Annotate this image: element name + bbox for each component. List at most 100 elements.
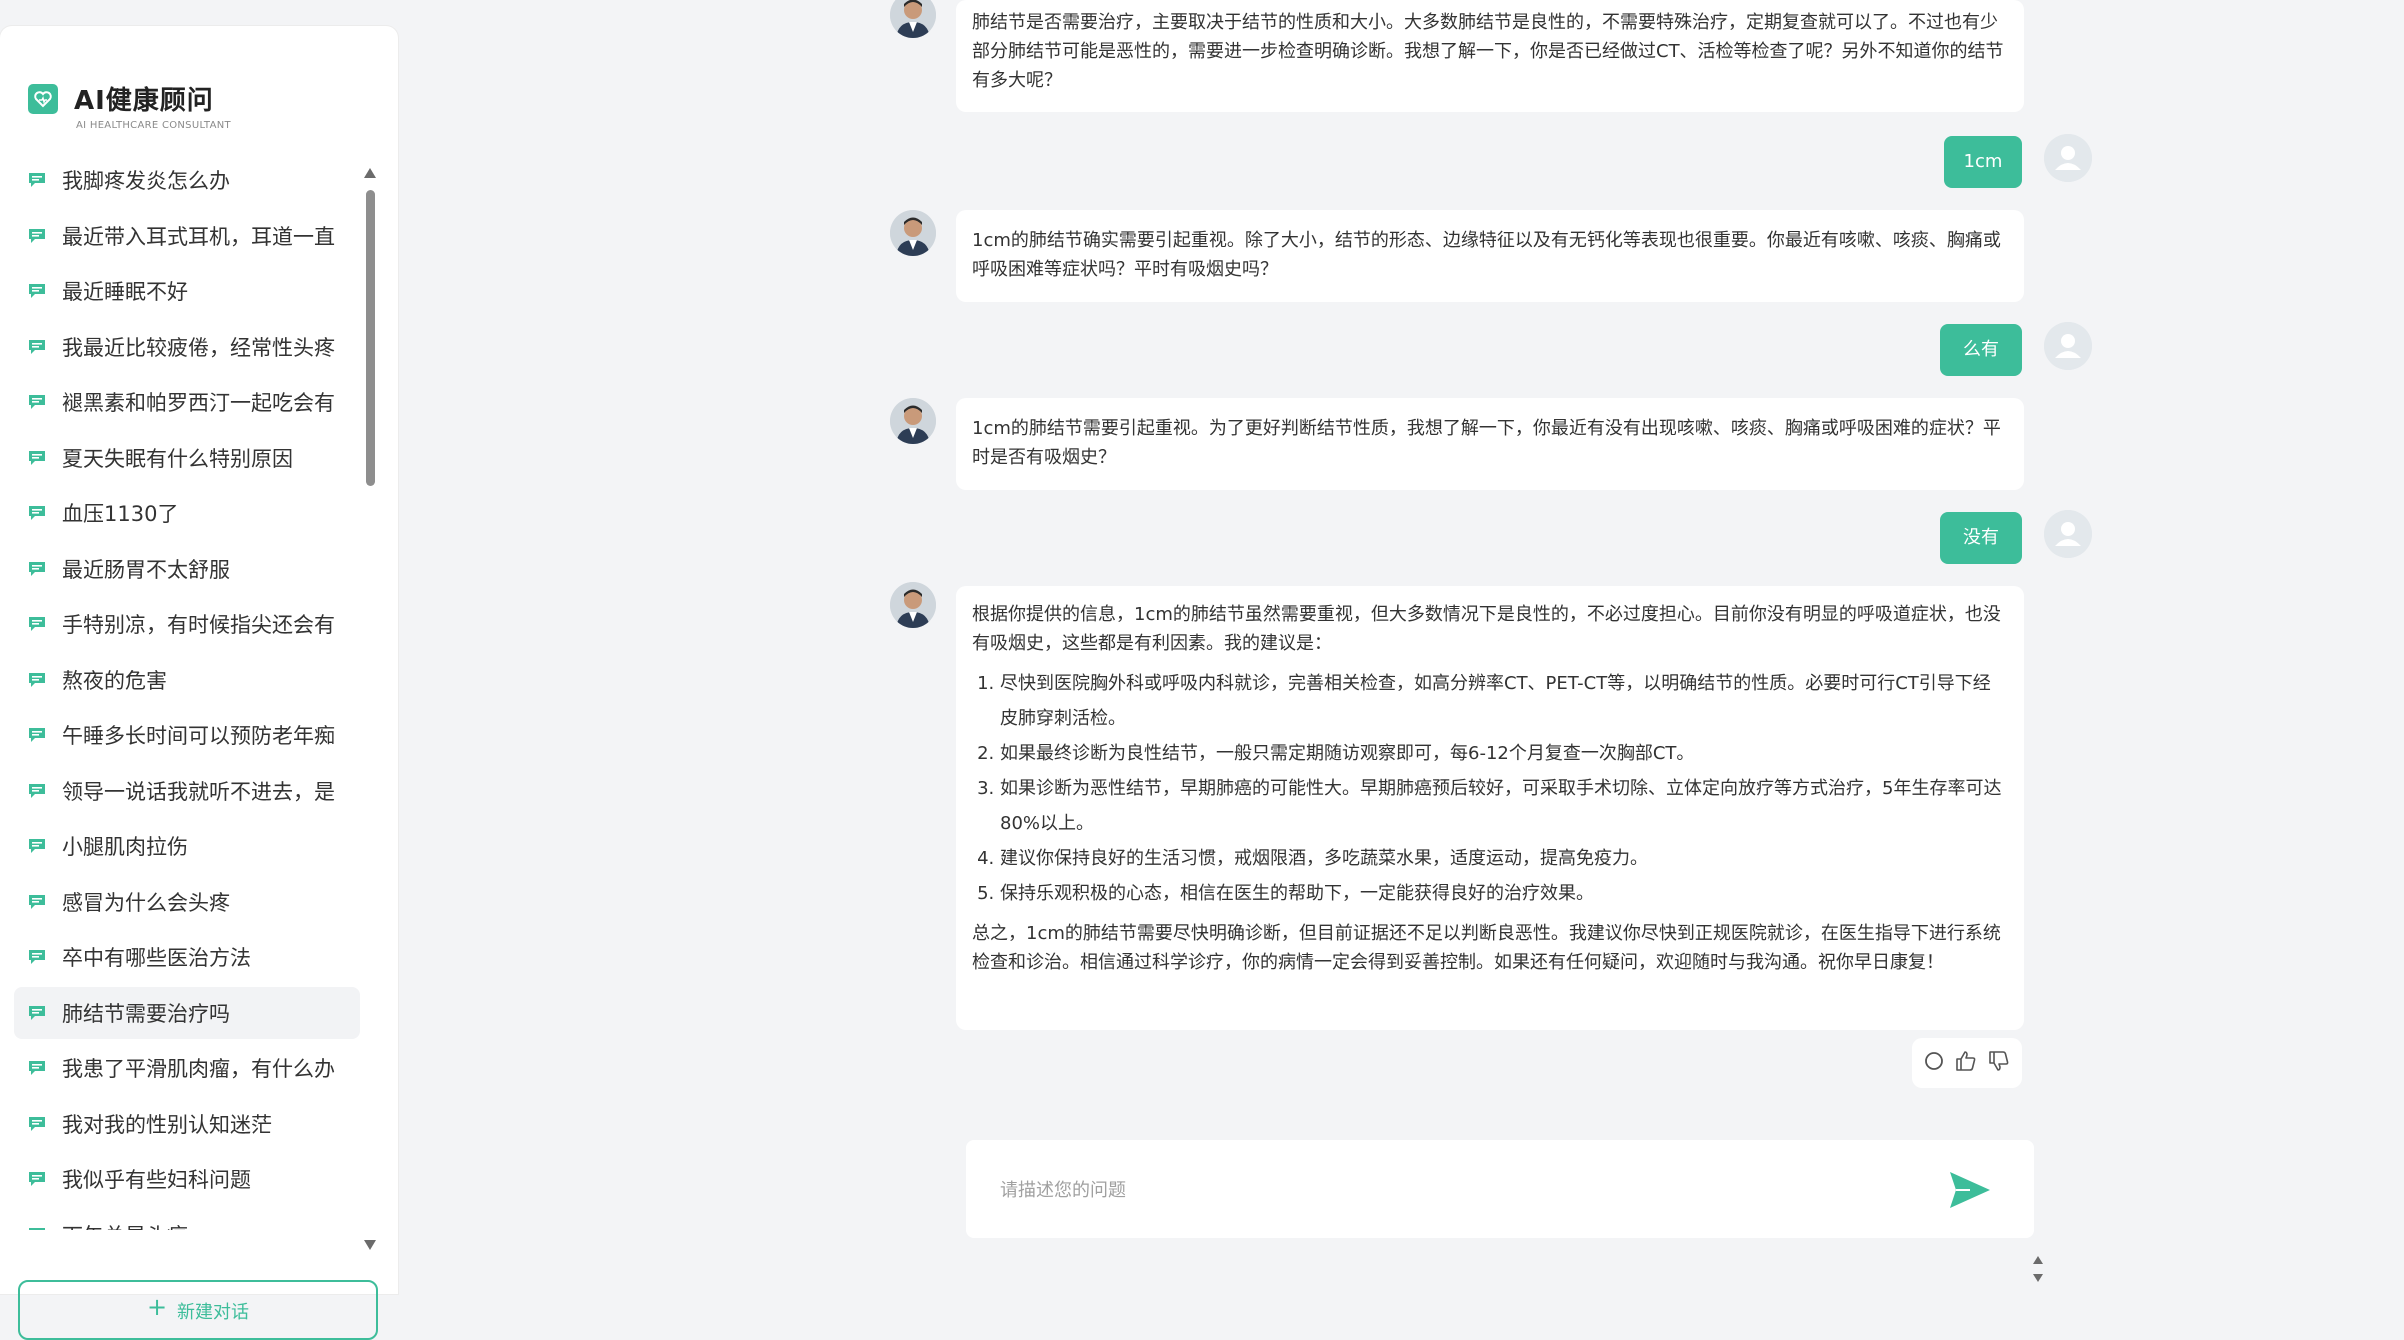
conversation-label: 血压1130了 <box>62 502 179 526</box>
chat-bubble-icon <box>28 1227 46 1230</box>
conversation-label: 卒中有哪些医治方法 <box>62 946 251 970</box>
ai-message: 根据你提供的信息，1cm的肺结节虽然需要重视，但大多数情况下是良性的，不必过度担… <box>956 586 2024 1030</box>
chat-bubble-icon <box>28 505 46 521</box>
page-scroll-arrows[interactable] <box>2032 1252 2044 1286</box>
chat-bubble-icon <box>28 339 46 355</box>
sidebar-conversation-item[interactable]: 熬夜的危害 <box>14 654 360 706</box>
conversation-label: 领导一说话我就听不进去，是 <box>62 779 335 804</box>
app-subtitle: AI HEALTHCARE CONSULTANT <box>76 120 231 131</box>
chat-bubble-icon <box>28 394 46 410</box>
scroll-down-arrow-icon[interactable] <box>364 1240 376 1250</box>
user-avatar-icon <box>2044 322 2092 370</box>
ai-message-text: 1cm的肺结节确实需要引起重视。除了大小，结节的形态、边缘特征以及有无钙化等表现… <box>972 230 2001 280</box>
conversation-label: 午睡多长时间可以预防老年痴 <box>62 724 335 748</box>
sidebar-conversation-item[interactable]: 褪黑素和帕罗西汀一起吃会有 <box>14 376 360 428</box>
question-input[interactable] <box>998 1174 1902 1206</box>
send-icon[interactable] <box>1946 1166 1994 1214</box>
chat-bubble-icon <box>28 672 46 688</box>
advice-item: 保持乐观积极的心态，相信在医生的帮助下，一定能获得良好的治疗效果。 <box>1000 876 2008 911</box>
chat-bubble-icon <box>28 1116 46 1132</box>
conversation-label: 最近肠胃不太舒服 <box>62 557 230 582</box>
sidebar-conversation-item[interactable]: 我脚疼发炎怎么办 <box>14 154 360 206</box>
conversation-label: 最近带入耳式耳机，耳道一直 <box>62 224 335 249</box>
sidebar-conversation-item[interactable]: 下午总是头痛 <box>14 1209 360 1231</box>
sidebar-conversation-item[interactable]: 最近带入耳式耳机，耳道一直 <box>14 210 360 262</box>
chat-bubble-icon <box>28 561 46 577</box>
sidebar-conversation-item[interactable]: 夏天失眠有什么特别原因 <box>14 432 360 484</box>
ai-message-text: 肺结节是否需要治疗，主要取决于结节的性质和大小。大多数肺结节是良性的，不需要特殊… <box>972 12 2004 91</box>
conversation-label: 最近睡眠不好 <box>62 280 188 304</box>
ai-message: 1cm的肺结节确实需要引起重视。除了大小，结节的形态、边缘特征以及有无钙化等表现… <box>956 210 2024 302</box>
chat-bubble-icon <box>28 1060 46 1076</box>
sidebar-conversation-item[interactable]: 我患了平滑肌肉瘤，有什么办 <box>14 1042 360 1094</box>
thumbs-up-icon[interactable] <box>1954 1049 1978 1077</box>
chat-bubble-icon <box>28 783 46 799</box>
user-avatar-icon <box>2044 134 2092 182</box>
sidebar-conversation-item[interactable]: 最近肠胃不太舒服 <box>14 543 360 595</box>
conversation-label: 下午总是头痛 <box>62 1220 358 1231</box>
chat-bubble-icon <box>28 616 46 632</box>
sidebar-conversation-item[interactable]: 我对我的性别认知迷茫 <box>14 1098 360 1150</box>
new-chat-button[interactable]: + 新建对话 <box>18 1280 378 1340</box>
thumbs-down-icon[interactable] <box>1987 1049 2011 1077</box>
sidebar-conversation-item[interactable]: 血压1130了 <box>14 487 360 539</box>
conversation-label: 我似乎有些妇科问题 <box>62 1168 251 1192</box>
ai-message-outro: 总之，1cm的肺结节需要尽快明确诊断，但目前证据还不足以判断良恶性。我建议你尽快… <box>972 923 2001 973</box>
user-message: 1cm <box>1944 136 2022 188</box>
advice-item: 尽快到医院胸外科或呼吸内科就诊，完善相关检查，如高分辨率CT、PET-CT等，以… <box>1000 666 2008 736</box>
chat-bubble-icon <box>28 894 46 910</box>
user-message: 么有 <box>1940 324 2022 376</box>
doctor-avatar <box>890 0 936 38</box>
sidebar-conversation-item[interactable]: 肺结节需要治疗吗 <box>14 986 360 1039</box>
message-feedback-bar <box>1912 1038 2022 1088</box>
user-message: 没有 <box>1940 512 2022 564</box>
sidebar-conversation-item[interactable]: 感冒为什么会头疼 <box>14 876 360 928</box>
conversation-label: 我最近比较疲倦，经常性头疼 <box>62 335 335 360</box>
conversation-label: 我对我的性别认知迷茫 <box>62 1112 272 1137</box>
sidebar: AI健康顾问 AI HEALTHCARE CONSULTANT 我脚疼发炎怎么办… <box>0 26 398 1340</box>
conversation-label: 手特别凉，有时候指尖还会有 <box>62 613 335 637</box>
plus-icon: + <box>146 1293 168 1321</box>
sidebar-conversation-item[interactable]: 手特别凉，有时候指尖还会有 <box>14 598 360 650</box>
chat-bubble-icon <box>28 172 46 188</box>
sidebar-conversation-item[interactable]: 午睡多长时间可以预防老年痴 <box>14 709 360 761</box>
sidebar-conversation-item[interactable]: 小腿肌肉拉伤 <box>14 820 360 872</box>
ai-advice-list: 尽快到医院胸外科或呼吸内科就诊，完善相关检查，如高分辨率CT、PET-CT等，以… <box>972 666 2008 911</box>
message-composer <box>966 1140 2034 1238</box>
new-chat-label: 新建对话 <box>177 1302 250 1323</box>
conversation-label: 感冒为什么会头疼 <box>62 890 230 915</box>
conversation-label: 肺结节需要治疗吗 <box>62 1001 230 1026</box>
conversation-label: 熬夜的危害 <box>62 668 167 693</box>
ai-message-text: 1cm的肺结节需要引起重视。为了更好判断结节性质，我想了解一下，你最近有没有出现… <box>972 418 2001 468</box>
sidebar-scrollbar[interactable] <box>364 160 376 1250</box>
advice-item: 如果最终诊断为良性结节，一般只需定期随访观察即可，每6-12个月复查一次胸部CT… <box>1000 736 2008 771</box>
chat-bubble-icon <box>28 228 46 244</box>
ai-message-intro: 根据你提供的信息，1cm的肺结节虽然需要重视，但大多数情况下是良性的，不必过度担… <box>972 604 2001 654</box>
doctor-avatar <box>890 582 936 628</box>
app-title: AI健康顾问 <box>74 86 214 116</box>
advice-item: 建议你保持良好的生活习惯，戒烟限酒，多吃蔬菜水果，适度运动，提高免疫力。 <box>1000 841 2008 876</box>
scrollbar-thumb[interactable] <box>366 190 375 486</box>
conversation-label: 夏天失眠有什么特别原因 <box>62 446 293 471</box>
conversation-history-list: 我脚疼发炎怎么办最近带入耳式耳机，耳道一直 最近睡眠不好我最近比较疲倦，经常性头疼… <box>14 150 360 1230</box>
chat-bubble-icon <box>28 949 46 965</box>
sidebar-conversation-item[interactable]: 领导一说话我就听不进去，是 <box>14 765 360 817</box>
sidebar-conversation-item[interactable]: 卒中有哪些医治方法 <box>14 931 360 983</box>
sidebar-conversation-item[interactable]: 最近睡眠不好 <box>14 265 360 317</box>
heart-logo-icon <box>28 84 58 114</box>
ai-message: 1cm的肺结节需要引起重视。为了更好判断结节性质，我想了解一下，你最近有没有出现… <box>956 398 2024 490</box>
ai-message: 肺结节是否需要治疗，主要取决于结节的性质和大小。大多数肺结节是良性的，不需要特殊… <box>956 0 2024 112</box>
refresh-icon[interactable] <box>1923 1050 1945 1076</box>
conversation-label: 我患了平滑肌肉瘤，有什么办 <box>62 1057 335 1081</box>
doctor-avatar <box>890 398 936 444</box>
chat-bubble-icon <box>28 283 46 299</box>
sidebar-conversation-item[interactable]: 我似乎有些妇科问题 <box>14 1153 360 1205</box>
sidebar-conversation-item[interactable]: 我最近比较疲倦，经常性头疼 <box>14 321 360 373</box>
scroll-up-arrow-icon[interactable] <box>364 168 376 178</box>
doctor-avatar <box>890 210 936 256</box>
chat-bubble-icon <box>28 727 46 743</box>
chat-bubble-icon <box>28 1005 46 1021</box>
conversation-label: 褪黑素和帕罗西汀一起吃会有 <box>62 391 335 415</box>
conversation-label: 小腿肌肉拉伤 <box>62 835 188 859</box>
user-avatar-icon <box>2044 510 2092 558</box>
